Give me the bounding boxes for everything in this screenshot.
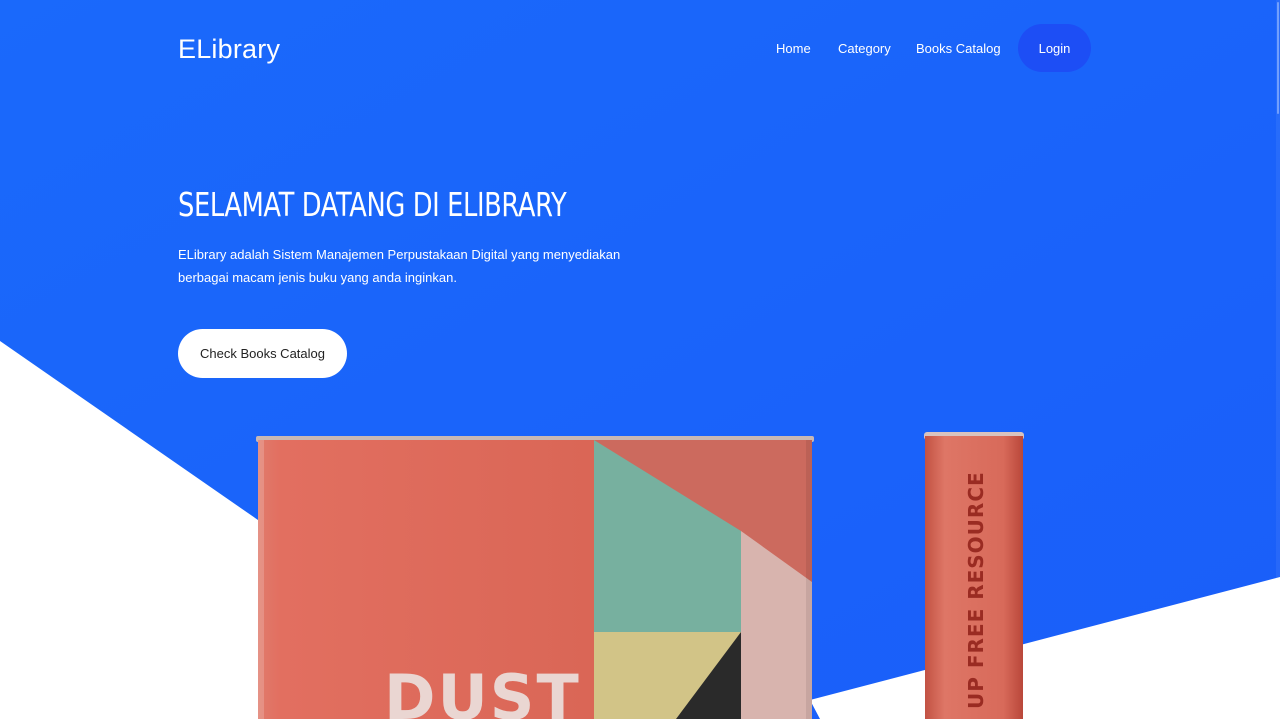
hero-description: ELibrary adalah Sistem Manajemen Perpust…: [178, 247, 621, 285]
scrollbar-thumb[interactable]: [1277, 2, 1279, 114]
login-button[interactable]: Login: [1018, 24, 1091, 72]
hero-title: SELAMAT DATANG DI ELIBRARY: [178, 185, 567, 224]
brand-logo[interactable]: ELibrary: [178, 32, 280, 66]
nav-link-home[interactable]: Home: [776, 24, 811, 74]
check-books-catalog-button[interactable]: Check Books Catalog: [178, 329, 347, 378]
page-scrollbar[interactable]: [1276, 0, 1280, 719]
landing-page: ELibrary Home Category Books Catalog Log…: [0, 0, 1280, 719]
nav-link-category[interactable]: Category: [838, 24, 891, 74]
nav-link-books-catalog[interactable]: Books Catalog: [916, 24, 1001, 74]
